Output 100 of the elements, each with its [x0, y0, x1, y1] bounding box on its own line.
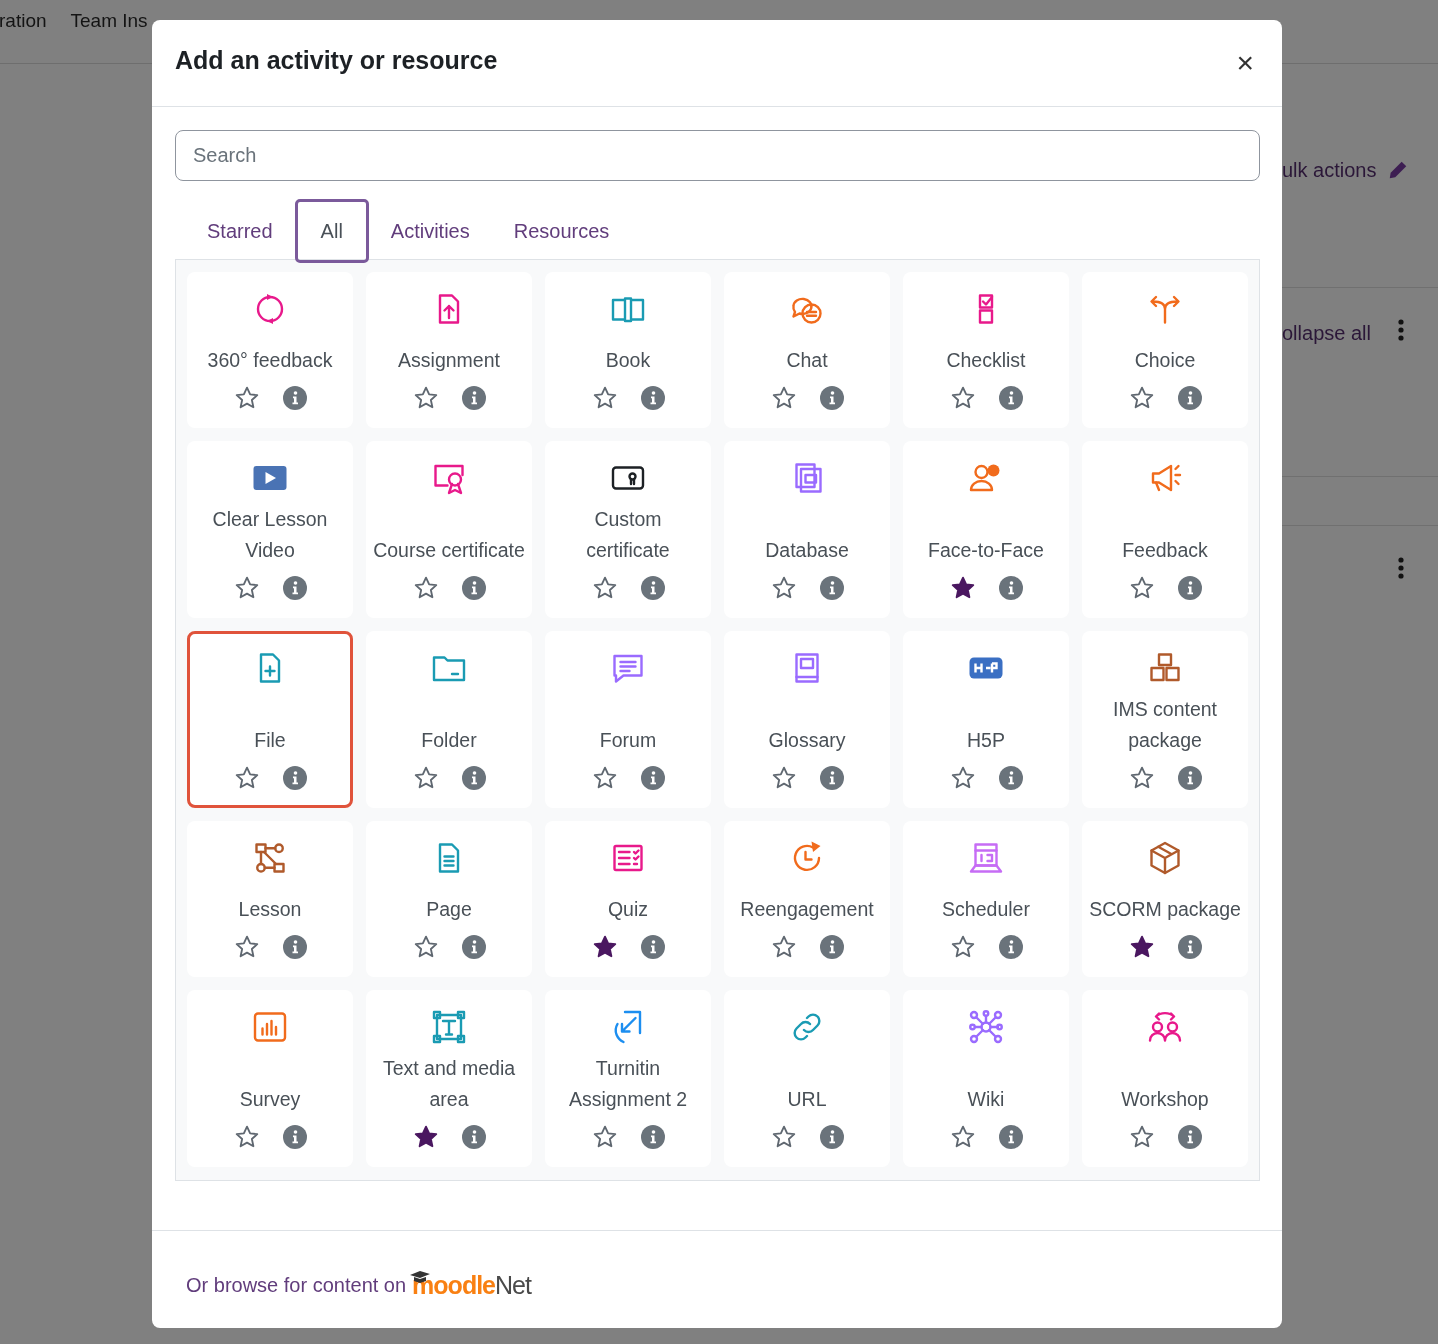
star-icon[interactable] [949, 934, 976, 960]
info-icon[interactable] [1177, 386, 1202, 410]
info-icon[interactable] [998, 935, 1023, 959]
activity-card[interactable]: Workshop [1082, 990, 1248, 1167]
more-options-icon[interactable] [1397, 556, 1405, 580]
info-icon[interactable] [640, 766, 665, 790]
activity-card[interactable]: Feedback [1082, 441, 1248, 618]
info-icon[interactable] [461, 576, 486, 600]
activity-card[interactable]: Wiki [903, 990, 1069, 1167]
star-icon[interactable] [770, 765, 797, 791]
activity-card[interactable]: Forum [545, 631, 711, 808]
more-options-icon[interactable] [1396, 318, 1405, 342]
info-icon[interactable] [640, 576, 665, 600]
star-icon[interactable] [949, 1124, 976, 1150]
star-icon[interactable] [233, 575, 260, 601]
activity-card[interactable]: Book [545, 272, 711, 428]
star-icon[interactable] [1128, 934, 1155, 960]
activity-card[interactable]: Lesson [187, 821, 353, 977]
info-icon[interactable] [1177, 576, 1202, 600]
activity-card[interactable]: Checklist [903, 272, 1069, 428]
activity-card[interactable]: Clear Lesson Video [187, 441, 353, 618]
activity-card[interactable]: Chat [724, 272, 890, 428]
activity-card[interactable]: Page [366, 821, 532, 977]
info-icon[interactable] [1177, 935, 1202, 959]
activity-card[interactable]: 360° feedback [187, 272, 353, 428]
star-icon[interactable] [1128, 765, 1155, 791]
activity-card[interactable]: Survey [187, 990, 353, 1167]
activity-card[interactable]: Folder [366, 631, 532, 808]
info-icon[interactable] [1177, 766, 1202, 790]
activity-card[interactable]: Custom certificate [545, 441, 711, 618]
star-icon[interactable] [1128, 1124, 1155, 1150]
tab[interactable]: All [294, 199, 369, 263]
info-icon[interactable] [282, 766, 307, 790]
info-icon[interactable] [282, 386, 307, 410]
star-icon[interactable] [591, 1124, 618, 1150]
close-button[interactable]: × [1230, 48, 1260, 78]
star-icon[interactable] [770, 1124, 797, 1150]
star-icon[interactable] [949, 575, 976, 601]
star-icon[interactable] [1128, 575, 1155, 601]
search-field[interactable]: Search [175, 130, 1260, 181]
tab[interactable]: Resources [491, 199, 632, 263]
star-icon[interactable] [233, 934, 260, 960]
star-icon[interactable] [591, 765, 618, 791]
activity-card[interactable]: Glossary [724, 631, 890, 808]
activity-card[interactable]: Course certificate [366, 441, 532, 618]
info-icon[interactable] [819, 576, 844, 600]
info-icon[interactable] [640, 386, 665, 410]
star-icon[interactable] [591, 934, 618, 960]
star-icon[interactable] [591, 575, 618, 601]
info-icon[interactable] [1177, 1125, 1202, 1149]
info-icon[interactable] [998, 1125, 1023, 1149]
moodlenet-logo[interactable]: moodleNet [412, 1271, 531, 1300]
activity-card[interactable]: Text and media area [366, 990, 532, 1167]
star-icon[interactable] [949, 385, 976, 411]
star-icon[interactable] [949, 765, 976, 791]
info-icon[interactable] [282, 1125, 307, 1149]
activity-card[interactable]: Scheduler [903, 821, 1069, 977]
activity-card[interactable]: File [187, 631, 353, 808]
star-icon[interactable] [770, 385, 797, 411]
info-icon[interactable] [819, 766, 844, 790]
star-icon[interactable] [233, 385, 260, 411]
activity-card[interactable]: Choice [1082, 272, 1248, 428]
activity-card[interactable]: Face-to-Face [903, 441, 1069, 618]
nav-link[interactable]: ration [0, 10, 47, 32]
activity-card[interactable]: SCORM package [1082, 821, 1248, 977]
info-icon[interactable] [819, 1125, 844, 1149]
info-icon[interactable] [461, 1125, 486, 1149]
activity-card[interactable]: Turnitin Assignment 2 [545, 990, 711, 1167]
activity-card[interactable]: Database [724, 441, 890, 618]
star-icon[interactable] [770, 934, 797, 960]
star-icon[interactable] [412, 1124, 439, 1150]
star-icon[interactable] [412, 765, 439, 791]
info-icon[interactable] [998, 766, 1023, 790]
activity-card[interactable]: IMS content package [1082, 631, 1248, 808]
star-icon[interactable] [1128, 385, 1155, 411]
info-icon[interactable] [461, 766, 486, 790]
bulk-actions-link[interactable]: ulk actions [1282, 158, 1377, 182]
info-icon[interactable] [461, 386, 486, 410]
star-icon[interactable] [412, 575, 439, 601]
tab[interactable]: Activities [368, 199, 492, 263]
star-icon[interactable] [412, 934, 439, 960]
activity-card[interactable]: URL [724, 990, 890, 1167]
info-icon[interactable] [461, 935, 486, 959]
info-icon[interactable] [819, 386, 844, 410]
activity-card[interactable]: Reengagement [724, 821, 890, 977]
info-icon[interactable] [998, 386, 1023, 410]
info-icon[interactable] [282, 935, 307, 959]
info-icon[interactable] [640, 935, 665, 959]
star-icon[interactable] [591, 385, 618, 411]
activity-card[interactable]: Quiz [545, 821, 711, 977]
tab[interactable]: Starred [185, 199, 295, 263]
star-icon[interactable] [412, 385, 439, 411]
info-icon[interactable] [640, 1125, 665, 1149]
collapse-all-link[interactable]: ollapse all [1282, 322, 1371, 345]
activity-card[interactable]: Assignment [366, 272, 532, 428]
info-icon[interactable] [282, 576, 307, 600]
info-icon[interactable] [998, 576, 1023, 600]
nav-link[interactable]: Team Ins [70, 10, 148, 32]
star-icon[interactable] [233, 765, 260, 791]
activity-card[interactable]: H5P [903, 631, 1069, 808]
